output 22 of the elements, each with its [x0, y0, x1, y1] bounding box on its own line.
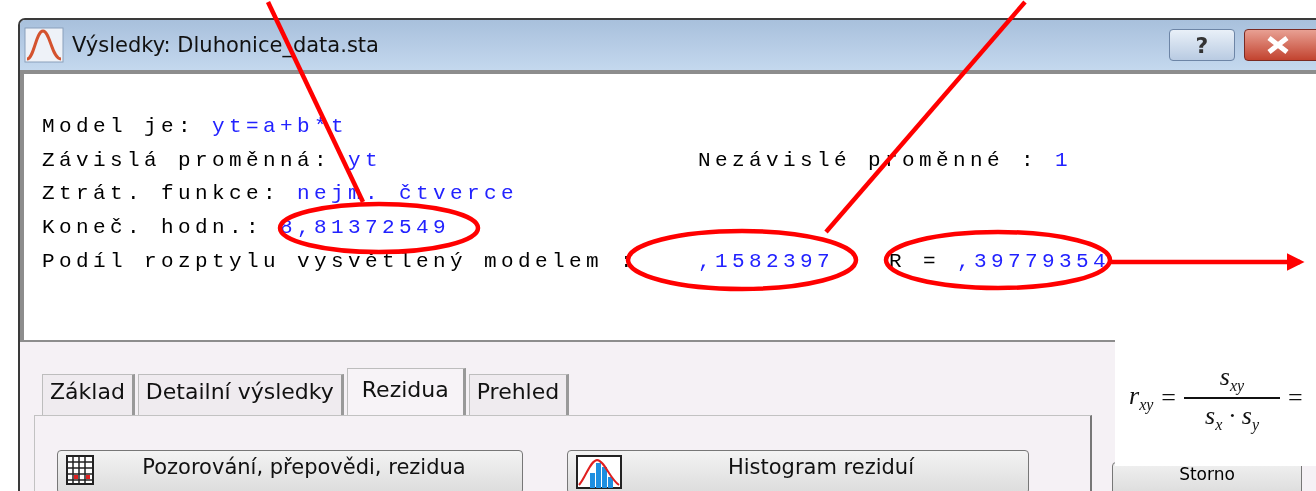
- formula-term: r$_{xy}$: [1129, 381, 1154, 415]
- action-button[interactable]: Pozorování, přepovědi, rezidua: [57, 450, 523, 491]
- result-value: 1: [1055, 148, 1073, 172]
- equals-sign: =: [1161, 383, 1176, 413]
- result-value: ,1582397: [698, 249, 835, 273]
- help-button[interactable]: ?: [1169, 29, 1235, 61]
- tab[interactable]: Rezidua: [346, 368, 466, 415]
- equals-sign: =: [1288, 383, 1303, 413]
- tab[interactable]: Prehled: [468, 374, 570, 415]
- result-label: Model je:: [42, 115, 196, 139]
- result-label: Ztrát. funkce:: [42, 182, 281, 206]
- result-label: Koneč. hodn.:: [42, 216, 264, 240]
- formula-term: s$_{x}$ · s$_{y}$: [1205, 401, 1259, 435]
- result-value: 8,81372549: [280, 216, 451, 240]
- action-button[interactable]: Histogram reziduí: [567, 450, 1029, 491]
- formula-term: s$_{xy}$: [1219, 361, 1245, 395]
- result-value: ,39779354: [957, 249, 1111, 273]
- result-value: yt: [348, 148, 383, 172]
- result-label: R =: [889, 249, 940, 273]
- tab[interactable]: Základ: [42, 374, 135, 415]
- tab[interactable]: Detailní výsledky: [137, 374, 344, 415]
- result-label: Závislá proměnná:: [42, 148, 332, 172]
